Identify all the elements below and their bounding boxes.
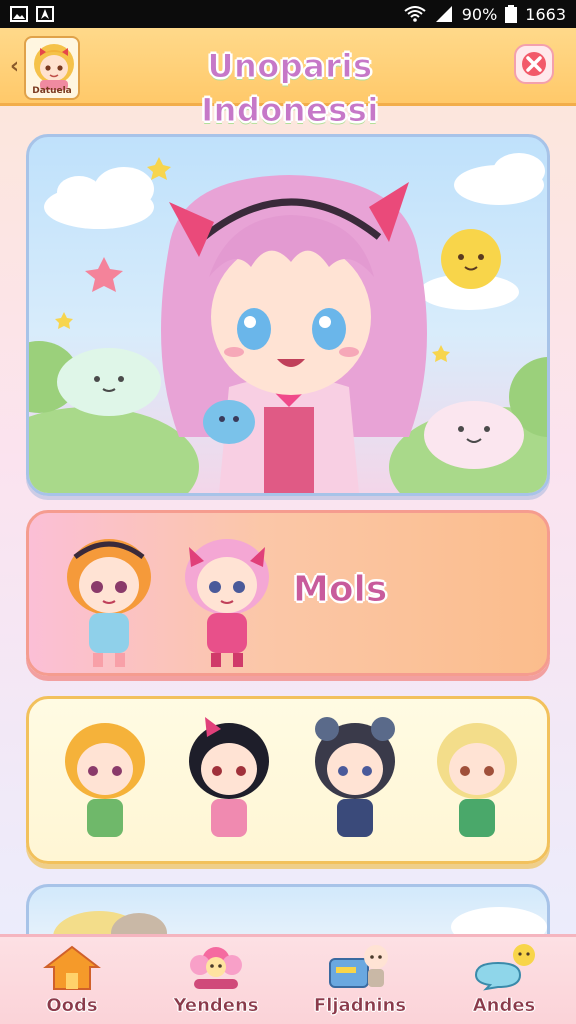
app-header: ‹ Datuela Unoparis Indonessi [0, 28, 576, 130]
close-icon [522, 52, 546, 76]
flower-character-icon [190, 947, 242, 989]
nav-label: Andes [472, 995, 536, 1017]
hero-illustration [29, 153, 547, 493]
category-card-group[interactable] [26, 696, 550, 864]
card-character-icon [329, 945, 388, 988]
image-icon [10, 6, 28, 22]
home-icon [43, 945, 101, 990]
nav-label: Fljadnins [313, 995, 407, 1017]
back-icon[interactable]: ‹ [10, 56, 24, 78]
character-1 [65, 723, 145, 837]
hero-banner[interactable] [26, 134, 550, 496]
category-label: Mols [292, 569, 388, 611]
nav-item-fljadnins[interactable]: Fljadnins [295, 941, 425, 1023]
moms-characters [67, 539, 269, 667]
nav-item-home[interactable]: Oods [7, 941, 137, 1023]
nav-item-andes[interactable]: Andes [439, 941, 569, 1023]
navigation-icon [36, 6, 54, 22]
avatar-label: Datuela [32, 86, 72, 96]
signal-icon [435, 6, 452, 22]
close-button[interactable] [514, 44, 554, 84]
battery-percent: 90% [461, 4, 498, 24]
status-bar: 90% 1663 [0, 0, 576, 28]
clock: 1663 [525, 4, 566, 24]
nav-label: Oods [46, 995, 98, 1017]
wifi-icon [404, 6, 426, 22]
bottom-nav: Oods Yendens Fljadnins Andes [0, 934, 576, 1024]
character-2 [189, 717, 269, 837]
battery-icon [505, 5, 518, 23]
app-title: Unoparis Indonessi [201, 47, 379, 130]
chat-character-icon [474, 944, 535, 991]
status-right: 90% 1663 [404, 5, 566, 24]
nav-item-yendens[interactable]: Yendens [151, 941, 281, 1023]
character-4 [437, 723, 517, 837]
avatar[interactable]: Datuela [24, 36, 80, 100]
status-left [10, 6, 54, 22]
group-characters [65, 717, 517, 837]
nav-label: Yendens [173, 995, 259, 1017]
character-3 [315, 717, 395, 837]
category-card-moms[interactable]: Mols [26, 510, 550, 676]
